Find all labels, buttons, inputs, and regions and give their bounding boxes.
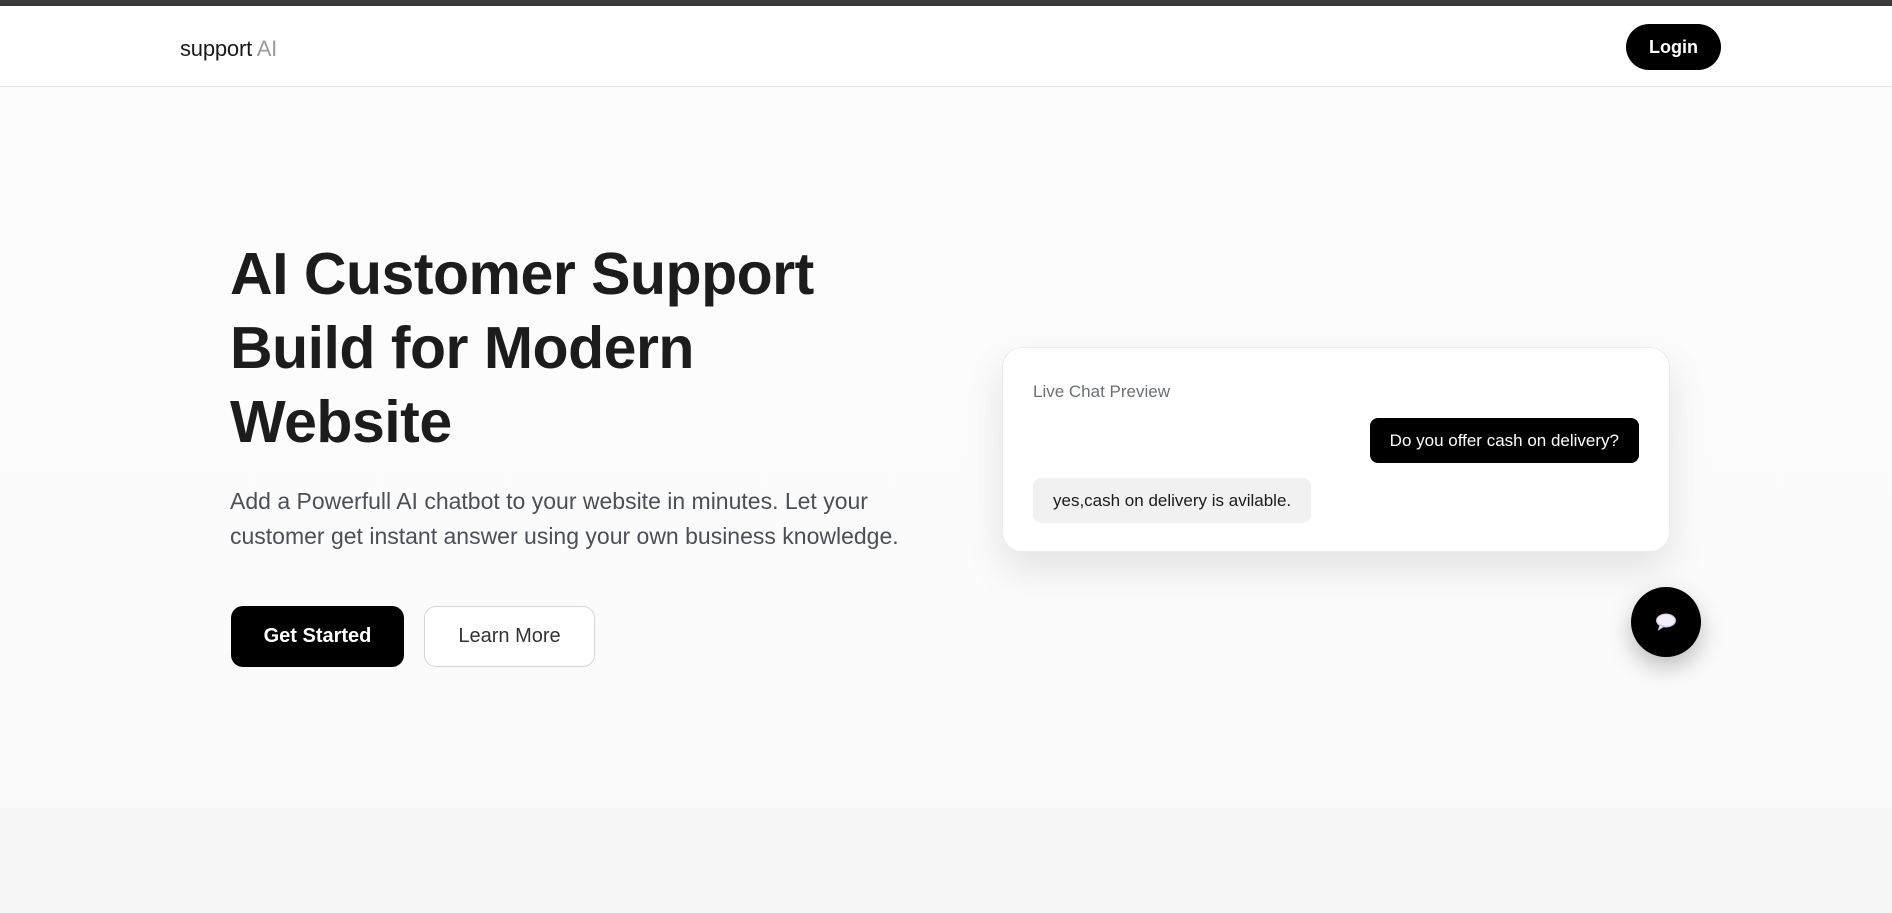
hero-title-line: Website: [230, 389, 452, 455]
login-button[interactable]: Login: [1626, 24, 1721, 70]
hero-title-line: AI Customer Support: [230, 241, 814, 307]
logo-accent: AI: [256, 36, 278, 61]
hero-subtitle: Add a Powerfull AI chatbot to your websi…: [230, 484, 930, 554]
learn-more-button[interactable]: Learn More: [424, 606, 595, 667]
hero-subtitle-line: customer get instant answer using your o…: [230, 523, 899, 549]
user-message-bubble: Do you offer cash on delivery?: [1369, 418, 1639, 463]
navbar: support AI Login: [0, 6, 1892, 87]
chat-preview-card: Live Chat Preview Do you offer cash on d…: [1002, 347, 1670, 552]
get-started-button[interactable]: Get Started: [231, 606, 404, 667]
chat-launcher-button[interactable]: [1631, 587, 1701, 657]
bot-message-bubble: yes,cash on delivery is avilable.: [1033, 478, 1312, 523]
logo[interactable]: support AI: [180, 36, 277, 62]
hero-title: AI Customer Support Build for Modern Web…: [230, 237, 930, 459]
speech-bubble-icon: [1656, 613, 1676, 631]
logo-text: support: [180, 36, 252, 61]
chat-preview-title: Live Chat Preview: [1033, 382, 1171, 401]
hero-title-line: Build for Modern: [230, 315, 694, 381]
hero-subtitle-line: Add a Powerfull AI chatbot to your websi…: [230, 488, 868, 514]
hero-section: AI Customer Support Build for Modern Web…: [0, 87, 1892, 808]
next-section: [0, 808, 1892, 913]
